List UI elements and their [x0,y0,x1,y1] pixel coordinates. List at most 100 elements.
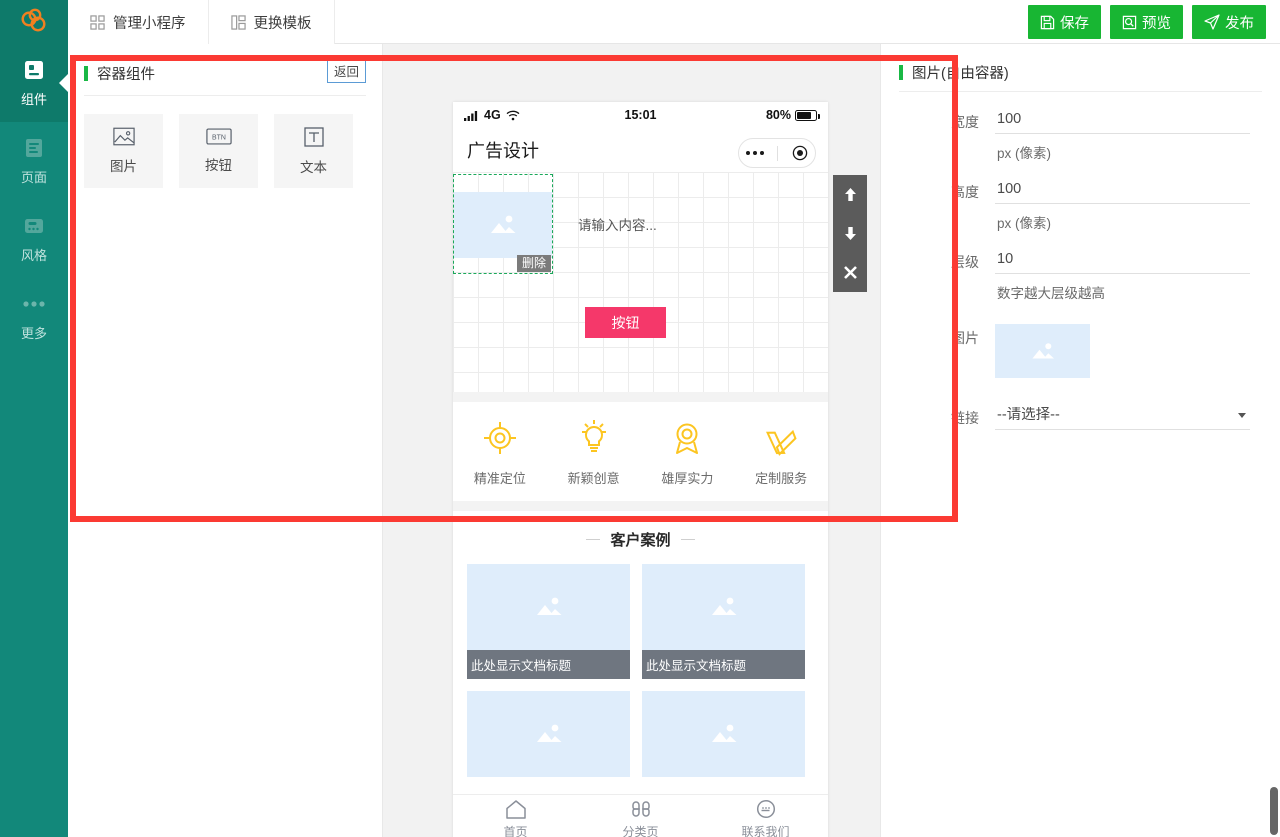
divider-line [586,539,601,540]
sidebar-item-pages[interactable]: 页面 [0,122,68,200]
nav-manage-miniprogram[interactable]: 管理小程序 [68,0,209,44]
move-down-button[interactable] [833,214,867,253]
capsule-divider [777,145,779,161]
tab-category-label: 分类页 [622,825,659,837]
phone-preview: 4G 15:01 80% 广告设计 删除 请输入内容... 按钮 精准定位 新颖… [453,102,828,837]
sidebar-item-more[interactable]: 更多 [0,278,68,356]
width-input[interactable] [995,108,1250,134]
sidebar-item-style[interactable]: 风格 [0,200,68,278]
nav-change-template[interactable]: 更换模板 [208,0,335,44]
canvas-text-element[interactable]: 请输入内容... [578,214,657,234]
layer-input[interactable] [995,248,1250,274]
tab-home[interactable]: 首页 [453,795,578,837]
feature-item[interactable]: 精准定位 [453,418,547,487]
features-row: 精准定位 新颖创意 雄厚实力 定制服务 [453,402,828,501]
design-canvas-grid[interactable]: 删除 请输入内容... 按钮 [453,172,828,392]
property-row-layer: 层级 数字越大层级越高 [881,248,1280,302]
layer-hint: 数字越大层级越高 [997,286,1105,301]
section-divider [453,501,828,511]
publish-button[interactable]: 发布 [1192,5,1266,39]
sidebar-item-components[interactable]: 组件 [0,44,68,122]
image-placeholder-icon [467,691,630,777]
image-placeholder-icon [642,564,805,650]
status-battery-pct: 80% [765,108,791,122]
delete-element-button[interactable]: 删除 [516,255,551,272]
status-left: 4G [464,108,520,122]
tab-home-label: 首页 [503,825,528,837]
top-bar: 管理小程序 更换模板 保存 预览 发布 [0,0,1280,44]
cloud-logo-icon [21,8,46,32]
app-logo[interactable] [0,0,68,44]
selected-image-element[interactable]: 删除 [453,174,553,274]
wifi-icon [506,110,520,120]
wechat-capsule[interactable] [738,138,816,168]
save-button[interactable]: 保存 [1028,5,1101,39]
category-icon [631,801,650,817]
signal-icon [464,110,478,121]
image-placeholder-icon [1031,342,1054,359]
preview-button[interactable]: 预览 [1110,5,1183,39]
feature-item[interactable]: 定制服务 [734,418,828,487]
title-accent-bar [84,66,88,81]
feature-label: 雄厚实力 [661,471,714,486]
height-input[interactable] [995,178,1250,204]
medal-icon [676,423,699,454]
layer-label: 层级 [951,254,979,270]
element-float-toolbar [833,175,867,292]
case-caption: 此处显示文档标题 [642,650,805,679]
tab-category[interactable]: 分类页 [578,795,703,837]
preview-button-label: 预览 [1142,15,1171,32]
image-upload-preview[interactable] [995,324,1090,378]
component-item-image[interactable]: 图片 [84,114,163,188]
save-button-label: 保存 [1060,15,1089,32]
property-panel: 图片(自由容器) 宽度 px (像素) 高度 px (像素) 层级 数字越大层级… [880,44,1280,837]
component-item-image-label: 图片 [110,159,137,174]
component-item-text-label: 文本 [300,159,327,175]
section-divider [453,392,828,402]
component-item-text[interactable]: 文本 [274,114,353,188]
nav-change-template-label: 更换模板 [253,15,312,32]
phone-tab-bar: 首页 分类页 联系我们 [453,794,828,837]
feature-item[interactable]: 雄厚实力 [641,418,735,487]
case-grid: 此处显示文档标题 此处显示文档标题 [453,564,828,777]
canvas-area: 4G 15:01 80% 广告设计 删除 请输入内容... 按钮 精准定位 新颖… [383,44,880,837]
tab-contact[interactable]: 联系我们 [703,795,828,837]
component-item-button-label: 按钮 [205,158,232,173]
close-element-button[interactable] [833,253,867,292]
component-list: 图片 BTN 按钮 文本 [68,96,382,206]
save-icon [1040,15,1055,29]
close-x-icon [843,266,857,279]
back-button[interactable]: 返回 [326,58,366,83]
feature-item[interactable]: 新颖创意 [547,418,641,487]
canvas-button-element[interactable]: 按钮 [585,307,666,338]
component-item-button[interactable]: BTN 按钮 [179,114,258,188]
preview-icon [1122,15,1137,29]
section-title-cases: 客户案例 [453,511,828,564]
case-card[interactable]: 此处显示文档标题 [467,564,630,679]
lightbulb-icon [581,420,606,452]
sidebar-item-components-label: 组件 [20,92,47,107]
case-card[interactable] [467,691,630,777]
section-title-text: 客户案例 [610,532,671,549]
case-caption: 此处显示文档标题 [467,650,630,679]
case-card[interactable]: 此处显示文档标题 [642,564,805,679]
style-icon [22,214,46,238]
text-icon [303,126,324,147]
phone-nav-bar: 广告设计 [453,128,828,172]
pencil-ruler-icon [766,429,797,456]
target-ring-icon [483,422,516,454]
link-select[interactable]: --请选择-- [995,404,1250,429]
page-icon [22,136,46,160]
chat-icon [756,799,775,819]
arrow-up-icon [844,187,856,201]
image-placeholder-icon [467,564,630,650]
image-label: 图片 [951,330,979,346]
page-scrollbar-thumb[interactable] [1270,787,1278,835]
left-rail: 组件 页面 风格 更多 [0,44,68,837]
component-panel-header: 容器组件 返回 [84,52,366,96]
feature-label: 精准定位 [473,471,526,486]
phone-status-bar: 4G 15:01 80% [453,102,828,128]
case-card[interactable] [642,691,805,777]
move-up-button[interactable] [833,175,867,214]
property-panel-title: 图片(自由容器) [912,66,1009,82]
